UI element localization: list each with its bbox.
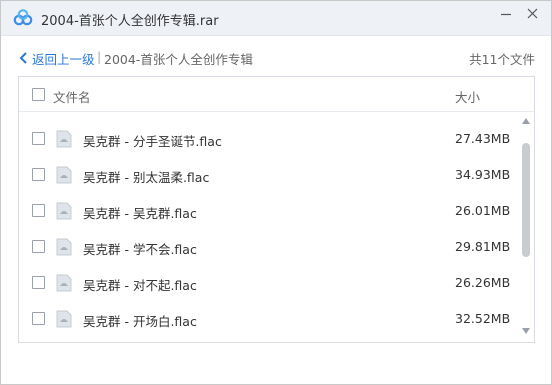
- close-button[interactable]: [518, 1, 548, 31]
- list-item[interactable]: 吴克群 - 对不起.flac 26.26MB: [19, 265, 519, 301]
- column-header-size[interactable]: 大小: [455, 87, 480, 106]
- list-item[interactable]: 吴克群 - 吴克群.flac 26.01MB: [19, 193, 519, 229]
- file-name: 吴克群 - 对不起.flac: [83, 278, 197, 293]
- baidu-netdisk-logo-icon: [13, 9, 33, 26]
- file-count-label: 共11个文件: [469, 52, 535, 67]
- list-header: 文件名 大小: [19, 77, 534, 112]
- list-item[interactable]: 吴克群 - 开场白.flac 32.52MB: [19, 301, 519, 337]
- scroll-up-arrow-icon[interactable]: [521, 117, 531, 125]
- file-size: 26.01MB: [455, 203, 511, 218]
- file-checkbox[interactable]: [32, 240, 45, 253]
- file-name: 吴克群 - 开场白.flac: [83, 314, 197, 329]
- file-size: 29.81MB: [455, 239, 511, 254]
- file-size: 26.26MB: [455, 275, 511, 290]
- audio-file-icon: [56, 166, 72, 184]
- list-item[interactable]: 吴克群 - 别太温柔.flac 34.93MB: [19, 157, 519, 193]
- close-icon: [527, 8, 538, 19]
- audio-file-icon: [56, 310, 72, 328]
- current-folder-label: 2004-首张个人全创作专辑: [104, 52, 253, 67]
- file-checkbox[interactable]: [32, 204, 45, 217]
- scroll-down-arrow-icon[interactable]: [521, 327, 531, 335]
- file-name: 吴克群 - 吴克群.flac: [83, 206, 197, 221]
- back-link[interactable]: 返回上一级: [32, 49, 95, 68]
- file-checkbox[interactable]: [32, 168, 45, 181]
- window-title: 2004-首张个人全创作专辑.rar: [41, 14, 219, 29]
- audio-file-icon: [56, 202, 72, 220]
- file-size: 27.43MB: [455, 131, 511, 146]
- breadcrumb: 返回上一级 | 2004-首张个人全创作专辑 共11个文件: [1, 45, 551, 71]
- archive-preview-window: 2004-首张个人全创作专辑.rar 返回上一级 | 2004-首张个人全创作专…: [0, 0, 552, 385]
- file-name: 吴克群 - 别太温柔.flac: [83, 170, 210, 185]
- list-item[interactable]: 吴克群 - 分手圣诞节.flac 27.43MB: [19, 121, 519, 157]
- audio-file-icon: [56, 238, 72, 256]
- title-bar: 2004-首张个人全创作专辑.rar: [1, 1, 551, 36]
- audio-file-icon: [56, 130, 72, 148]
- scrollbar-thumb[interactable]: [522, 143, 530, 257]
- column-header-name[interactable]: 文件名: [53, 87, 91, 106]
- file-list-panel: 文件名 大小 吴克群 - 分手圣诞节.flac 27.43MB 吴克群 - 别太…: [18, 76, 535, 343]
- chevron-left-icon[interactable]: [19, 52, 29, 64]
- file-checkbox[interactable]: [32, 276, 45, 289]
- file-name: 吴克群 - 学不会.flac: [83, 242, 197, 257]
- file-size: 32.52MB: [455, 311, 511, 326]
- file-name: 吴克群 - 分手圣诞节.flac: [83, 134, 222, 149]
- breadcrumb-separator: |: [97, 49, 102, 64]
- audio-file-icon: [56, 274, 72, 292]
- file-checkbox[interactable]: [32, 312, 45, 325]
- list-item[interactable]: 吴克群 - 学不会.flac 29.81MB: [19, 229, 519, 265]
- file-size: 34.93MB: [455, 167, 511, 182]
- select-all-checkbox[interactable]: [32, 88, 45, 101]
- file-checkbox[interactable]: [32, 132, 45, 145]
